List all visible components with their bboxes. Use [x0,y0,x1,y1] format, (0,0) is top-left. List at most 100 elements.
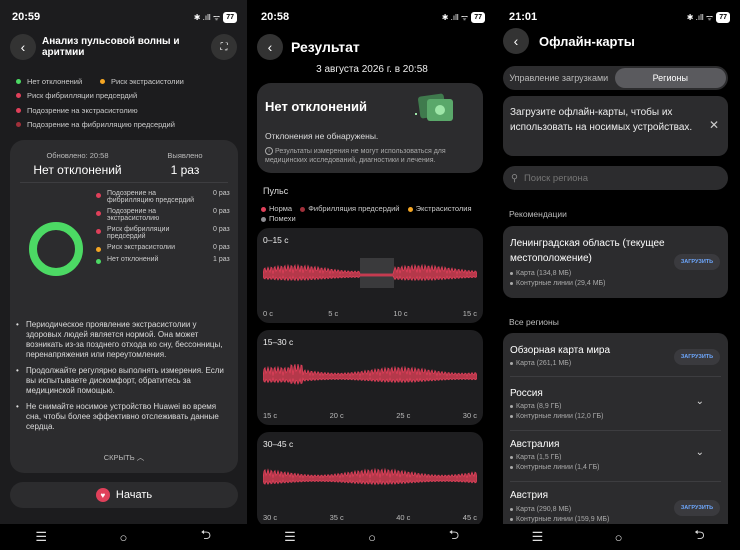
chevron-up-icon: ︿ [136,453,145,462]
header: ‹ Результат [257,34,487,60]
back-button[interactable]: ‹ [10,34,36,60]
legend-item: Подозрение на фибрилляцию предсердий [16,118,241,133]
back-icon[interactable]: ⮌ [439,527,469,547]
tick-label: 5 с [328,309,339,318]
download-button[interactable]: ЗАГРУЗИТЬ [674,349,720,365]
result-screen: 20:58 ✱ .ıll ᯤ 77 ‹ Результат 3 августа 2… [249,0,495,550]
menu-icon[interactable]: ☰ [26,527,56,547]
advice-list: Периодическое проявление экстрасистолии … [16,320,230,438]
back-button[interactable]: ‹ [257,34,283,60]
back-button[interactable]: ‹ [503,28,529,54]
breakdown-dot [96,259,101,264]
header: ‹ Анализ пульсовой волны и аритмии ⛶ [10,34,237,60]
tick-label: 20 с [329,411,344,420]
legend-label: Помехи [269,214,296,223]
breakdown-row: Риск фибрилляции предсердий 0 раз [96,226,231,240]
advice-item: Периодическое проявление экстрасистолии … [16,320,230,360]
close-icon[interactable]: ✕ [709,118,719,132]
result-title: Нет отклонений [265,99,368,114]
legend-dot [100,78,105,84]
breakdown-count: 0 раз [213,208,230,215]
home-icon[interactable]: ○ [108,527,138,547]
map-size: Карта (290,8 МБ) [510,505,609,515]
map-size-text: Карта (290,8 МБ) [516,506,572,513]
collapse-label: СКРЫТЬ [103,453,135,462]
chevron-down-icon[interactable]: ⌄ [696,396,704,407]
page-title: Анализ пульсовой волны и аритмии [42,36,180,58]
result-subtitle: Отклонения не обнаружены. [265,131,379,141]
start-button[interactable]: ♥ Начать [10,482,238,508]
recommend-heading: Рекомендации [509,209,567,219]
region-name: Австралия [510,439,560,450]
segment-ticks: 0 с 5 с 10 с 15 с [263,309,477,318]
contour-size-text: Контурные линии (159,9 МБ) [516,516,610,523]
region-meta: Карта (290,8 МБ) Контурные линии (159,9 … [510,505,609,525]
legend-label: Риск фибрилляции предсердий [27,91,138,101]
breakdown-row: Риск экстрасистолии 0 раз [96,244,231,252]
system-nav-bar: ☰ ○ ⮌ [0,524,247,550]
map-size-text: Карта (134,8 МБ) [516,270,572,277]
search-icon: ⚲ [511,172,518,184]
download-button[interactable]: ЗАГРУЗИТЬ [674,254,720,270]
contour-size: Контурные линии (1,4 ГБ) [510,463,600,473]
home-icon[interactable]: ○ [357,527,387,547]
tab-downloads[interactable]: Управление загрузками [503,68,615,88]
search-input[interactable] [523,172,714,184]
tab-regions[interactable]: Регионы [614,68,726,88]
contour-size: Контурные линии (29,4 МБ) [510,279,605,289]
legend-label: Подозрение на фибрилляцию предсердий [27,120,175,130]
segment-ticks: 15 с 20 с 25 с 30 с [263,411,477,420]
back-icon[interactable]: ⮌ [685,527,715,547]
download-button[interactable]: ЗАГРУЗИТЬ [674,500,720,516]
meta-dot [510,507,513,511]
meta-dot [510,281,513,285]
breakdown-count: 0 раз [213,226,230,233]
pulse-waveform [263,258,477,288]
region-meta: Карта (8,9 ГБ) Контурные линии (12,0 ГБ) [510,402,603,422]
report-icon [415,93,453,121]
signal-icons: ✱ .ıll ᯤ [441,12,469,22]
signal-icons: ✱ .ıll ᯤ [193,12,221,22]
status-icons: ✱ .ıll ᯤ 77 [193,11,237,23]
home-icon[interactable]: ○ [604,527,634,547]
meta-dot [510,455,513,459]
start-label: Начать [115,489,153,501]
pulse-legend: Норма Фибрилляция предсердий Экстрасисто… [261,204,487,224]
fullscreen-button[interactable]: ⛶ [211,34,237,60]
meta-dot [510,414,513,418]
breakdown-label: Риск экстрасистолии [107,244,175,251]
legend-item: Подозрение на экстрасистолию [16,103,241,118]
system-nav-bar: ☰ ○ ⮌ [249,524,495,550]
header: ‹ Офлайн-карты [503,28,732,54]
donut-arc-normal [29,222,83,276]
chevron-left-icon: ‹ [267,39,273,55]
region-meta: Карта (134,8 МБ) Контурные линии (29,4 М… [510,269,605,289]
menu-icon[interactable]: ☰ [523,527,553,547]
breakdown-count: 0 раз [213,190,230,197]
divider [510,376,721,377]
legend-dot [300,206,306,212]
system-nav-bar: ☰ ○ ⮌ [497,524,740,550]
tick-label: 10 с [393,309,408,318]
tick-label: 35 с [329,513,344,522]
legend-label: Нет отклонений [27,76,83,86]
status-bar: 20:58 ✱ .ıll ᯤ 77 [261,9,485,25]
chevron-left-icon: ‹ [513,33,519,49]
page-title: Офлайн-карты [539,33,635,49]
region-meta: Карта (261,1 МБ) [510,359,571,369]
recommended-region[interactable]: Ленинградская область (текущее местополо… [503,226,728,298]
collapse-button[interactable]: СКРЫТЬ ︿ [10,452,238,463]
pulse-label: Пульс [263,186,289,196]
advice-item: Не снимайте носимое устройство Huawei во… [16,402,230,432]
chevron-down-icon[interactable]: ⌄ [696,447,704,458]
waveform-path [263,467,477,486]
back-icon[interactable]: ⮌ [191,527,221,547]
updated-stat: Обновлено: 20:58 Нет отклонений [30,151,125,177]
status-time: 21:01 [509,11,538,23]
updated-label: Обновлено: 20:58 [46,151,109,160]
legend-label: Норма [269,204,293,213]
menu-icon[interactable]: ☰ [275,527,305,547]
divider [510,481,721,482]
waveform-path [263,364,477,386]
pulse-segment: 30–45 с 30 с 35 с 40 с 45 с [257,432,483,527]
